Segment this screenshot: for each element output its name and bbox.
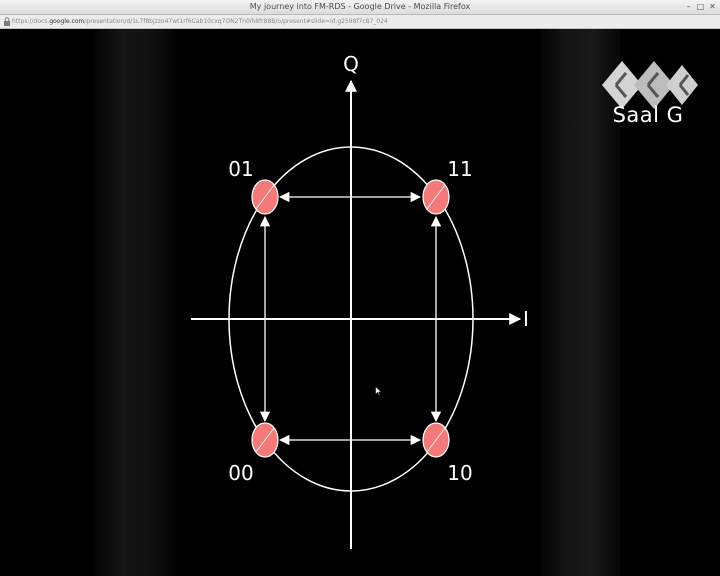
q-axis-label: Q (343, 52, 359, 76)
constellation-point-11 (422, 179, 450, 215)
lock-icon (4, 17, 10, 26)
point-label-10: 10 (447, 461, 472, 485)
constellation-point-01 (251, 179, 279, 215)
mouse-cursor-icon (375, 386, 382, 396)
point-label-00: 00 (228, 461, 253, 485)
presentation-view[interactable]: Q I 01 11 00 10 Saal G (0, 29, 720, 576)
i-axis-label: I (523, 307, 529, 331)
minimize-button[interactable]: – (683, 1, 694, 12)
point-label-01: 01 (228, 157, 253, 181)
constellation-point-00 (251, 422, 279, 458)
window-title: My journey into FM-RDS - Google Drive - … (249, 2, 471, 11)
url-text[interactable]: https://docs.google.com/presentation/d/1… (12, 15, 388, 28)
address-bar[interactable]: https://docs.google.com/presentation/d/1… (0, 15, 720, 29)
close-button[interactable]: ✕ (707, 1, 718, 12)
point-label-11: 11 (447, 157, 472, 181)
window-titlebar: My journey into FM-RDS - Google Drive - … (0, 0, 720, 15)
constellation-point-10 (422, 422, 450, 458)
left-shade-panel (95, 29, 175, 576)
maximize-button[interactable]: □ (695, 1, 706, 12)
logo-text: Saal G (612, 103, 684, 127)
